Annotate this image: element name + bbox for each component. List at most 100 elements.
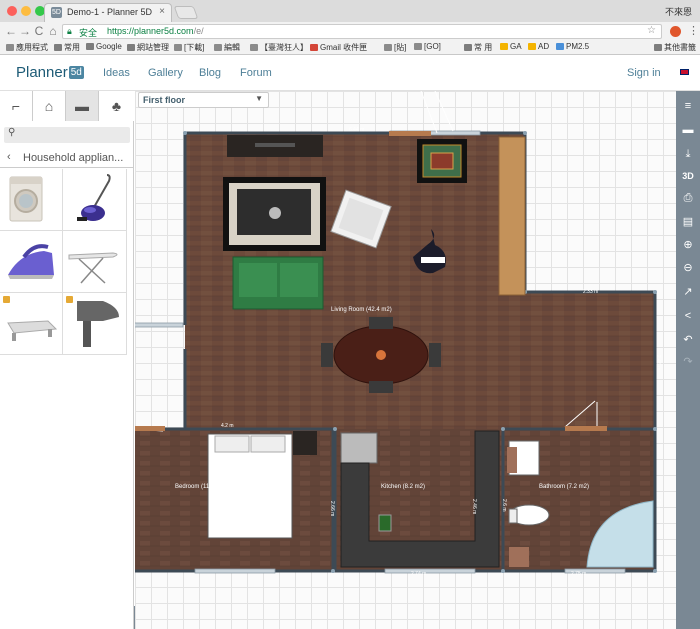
long-sideboard[interactable] (498, 136, 526, 296)
lock-icon (3, 296, 10, 303)
bookmark-item[interactable]: [貼] (384, 42, 406, 53)
menu-icon[interactable]: ≡ (676, 95, 700, 117)
room-shape-icon: ⌐ (11, 98, 21, 114)
catalog-item-ironing-board[interactable] (63, 231, 127, 293)
plan-canvas[interactable]: Living Room (42.4 m2) Bedroom (11 Kitche… (135, 91, 676, 629)
download-icon[interactable]: ⤓ (676, 143, 700, 165)
bookmark-label: 編輯 (224, 43, 240, 52)
dimension-label: 2.74 m (411, 571, 426, 577)
search-input[interactable] (22, 128, 126, 141)
bath-cabinet[interactable] (509, 547, 529, 567)
bookmark-label: [下載] (184, 43, 205, 52)
catalog-item-hair-dryer[interactable] (63, 293, 127, 355)
bookmark-star-icon[interactable]: ☆ (647, 25, 656, 36)
bookmark-label: 常用 (64, 43, 80, 52)
ruler-icon[interactable]: ▤ (676, 211, 700, 233)
bookmark-item[interactable]: [GO] (414, 42, 441, 51)
sign-in-link[interactable]: Sign in (627, 67, 661, 79)
rug-center (430, 152, 454, 170)
room-label[interactable]: Bathroom (7.2 m2) (539, 484, 589, 490)
dimension-label: 2.33 m (583, 289, 598, 295)
folder-icon (127, 44, 135, 51)
catalog-item-vacuum-cleaner[interactable] (63, 169, 127, 231)
catalog-tabs: ⌐ ⌂ ▬ ♣ (0, 91, 134, 121)
fridge[interactable] (340, 432, 378, 464)
undo-icon[interactable]: ↶ (676, 329, 700, 351)
floor-select[interactable]: First floor ▼ (138, 92, 269, 108)
nav-gallery[interactable]: Gallery (148, 67, 183, 79)
bookmark-favicon-icon (384, 44, 392, 51)
bookmark-item[interactable]: AD (528, 42, 549, 51)
address-bar[interactable]: 🔒︎ 安全 https://planner5d.com/e/ ☆ (62, 24, 662, 39)
close-window-button[interactable] (7, 6, 17, 16)
close-tab-icon[interactable]: × (159, 6, 165, 17)
tab-furniture[interactable]: ▬ (66, 91, 99, 121)
floor-select-value: First floor (143, 95, 185, 105)
bookmark-item[interactable]: 常用 (54, 42, 80, 53)
minimize-window-button[interactable] (21, 6, 31, 16)
home-icon[interactable]: ⌂ (46, 24, 60, 38)
url-path: /e/ (193, 26, 204, 36)
nav-ideas[interactable]: Ideas (103, 67, 130, 79)
bookmark-item[interactable]: 常 用 (464, 42, 492, 53)
extension-icon[interactable] (670, 26, 681, 37)
external-link-icon[interactable]: ↗ (676, 281, 700, 303)
bookmark-favicon-icon (174, 44, 182, 51)
bookmark-item[interactable]: Gmail 收件匣 (310, 42, 367, 53)
bookmark-item[interactable]: 編輯 (214, 42, 240, 53)
nightstand[interactable] (293, 431, 317, 455)
folder-icon[interactable]: ▬ (676, 119, 700, 141)
dimension-label: 2.46 m (471, 499, 477, 514)
nav-blog[interactable]: Blog (199, 67, 221, 79)
logo-text: Planner (16, 64, 68, 81)
bookmark-favicon-icon (250, 44, 258, 51)
bookmark-item[interactable]: Google (86, 42, 122, 51)
catalog-item-washing-machine[interactable] (0, 169, 63, 231)
new-tab-button[interactable] (173, 6, 199, 19)
dimension-label: 6.44 m (349, 127, 364, 133)
reload-icon[interactable]: C (32, 24, 46, 38)
armchair-icon: ▬ (75, 98, 89, 114)
redo-icon[interactable]: ↷ (676, 351, 700, 373)
bookmark-item[interactable]: PM2.5 (556, 42, 589, 51)
zoom-out-icon[interactable]: ⊖ (676, 257, 700, 279)
room-label[interactable]: Kitchen (8.2 m2) (381, 484, 425, 490)
catalog-item-iron[interactable] (0, 231, 63, 293)
category-back-row[interactable]: ‹ Household applian... (0, 148, 134, 168)
share-icon[interactable]: < (676, 305, 700, 327)
forward-arrow-icon[interactable]: → (18, 24, 32, 38)
bookmark-label: [貼] (394, 43, 407, 52)
3d-view-button[interactable]: 3D (676, 165, 700, 187)
zoom-in-icon[interactable]: ⊕ (676, 234, 700, 256)
back-arrow-icon[interactable]: ← (4, 24, 18, 38)
app-header: Planner 5d Ideas Gallery Blog Forum Sign … (0, 55, 700, 91)
tab-construction[interactable]: ⌂ (33, 91, 66, 121)
door-frame (565, 426, 607, 431)
floor-plan[interactable]: Living Room (42.4 m2) Bedroom (11 Kitche… (135, 91, 676, 629)
bookmarks-bar: 應用程式 常用 Google 網站管理 [下載] 編輯 【臺灣狂人】 Gmail… (0, 41, 700, 55)
bookmark-item[interactable]: 應用程式 (6, 42, 48, 53)
print-icon[interactable]: ⎙ (676, 187, 700, 209)
profile-name[interactable]: 不來恩 (665, 5, 692, 18)
room-label[interactable]: Living Room (42.4 m2) (331, 307, 392, 313)
browser-menu-icon[interactable]: ⋮ (688, 24, 699, 37)
bookmark-label: AD (538, 42, 550, 51)
dimension-label: 4.2 m (221, 423, 234, 429)
tab-exterior[interactable]: ♣ (99, 91, 134, 121)
nav-forum[interactable]: Forum (240, 67, 272, 79)
bookmark-item[interactable]: [下載] (174, 42, 204, 53)
other-bookmarks[interactable]: 其他書籤 (654, 42, 696, 53)
door-frame (135, 426, 165, 431)
room-label[interactable]: Bedroom (11 (175, 484, 210, 490)
bookmark-item[interactable]: GA (500, 42, 522, 51)
browser-tab[interactable]: 5D Demo-1 - Planner 5D × (44, 3, 172, 22)
bookmark-label: Google (96, 42, 122, 51)
tab-rooms[interactable]: ⌐ (0, 91, 33, 121)
catalog-item-scale[interactable] (0, 293, 63, 355)
cat-eyes (421, 257, 445, 263)
bookmark-item[interactable]: 【臺灣狂人】 (250, 42, 308, 53)
bookmark-item[interactable]: 網站管理 (127, 42, 169, 53)
uk-flag-icon[interactable] (680, 69, 689, 75)
planner5d-logo[interactable]: Planner 5d (16, 64, 84, 81)
iron-icon (8, 244, 54, 279)
